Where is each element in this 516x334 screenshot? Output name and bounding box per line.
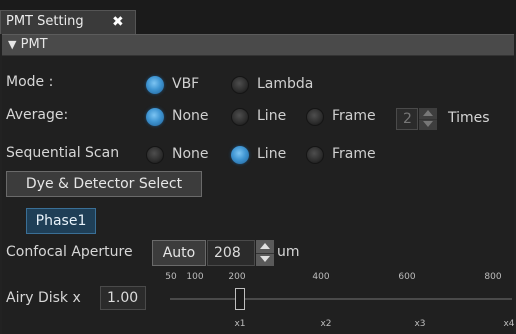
tick-label: 800 xyxy=(484,272,502,282)
stepper-up-button[interactable] xyxy=(256,240,274,254)
tick-label: x3 xyxy=(414,319,426,329)
mode-label: Mode : xyxy=(6,74,54,90)
radio-seq-frame-label[interactable]: Frame xyxy=(332,146,376,162)
confocal-aperture-label: Confocal Aperture xyxy=(6,244,133,260)
panel-title: PMT xyxy=(20,37,48,52)
sequential-scan-label: Sequential Scan xyxy=(6,145,120,161)
tab-title: PMT Setting xyxy=(6,14,84,29)
average-times-input[interactable]: 2 xyxy=(396,108,418,130)
tick-label: x1 xyxy=(234,319,246,329)
radio-seq-line-label[interactable]: Line xyxy=(257,146,286,162)
phase1-button[interactable]: Phase1 xyxy=(26,208,96,234)
tab-pmt-setting[interactable]: PMT Setting ✖ xyxy=(0,10,136,34)
close-icon[interactable]: ✖ xyxy=(112,11,124,33)
pmt-panel-header[interactable]: ▼ PMT xyxy=(2,34,514,56)
tick-label: 600 xyxy=(398,272,416,282)
tick-label: 400 xyxy=(312,272,330,282)
radio-average-line-label[interactable]: Line xyxy=(257,108,286,124)
stepper-down-button[interactable] xyxy=(419,119,437,130)
radio-seq-none[interactable] xyxy=(146,146,164,164)
radio-average-line[interactable] xyxy=(231,108,249,126)
aperture-slider-thumb[interactable] xyxy=(235,288,245,310)
radio-mode-vbf[interactable] xyxy=(146,76,164,94)
arrow-down-icon xyxy=(260,256,270,262)
tab-bar: PMT Setting ✖ xyxy=(0,0,516,34)
times-label: Times xyxy=(448,110,490,126)
arrow-down-icon xyxy=(423,121,433,127)
aperture-auto-button[interactable]: Auto xyxy=(152,240,206,266)
radio-seq-line[interactable] xyxy=(231,146,249,164)
radio-average-none[interactable] xyxy=(146,108,164,126)
radio-average-frame[interactable] xyxy=(306,108,324,126)
average-times-stepper[interactable] xyxy=(419,108,437,130)
airy-disk-input[interactable]: 1.00 xyxy=(100,286,146,310)
radio-mode-lambda-label[interactable]: Lambda xyxy=(257,76,313,92)
arrow-up-icon xyxy=(423,110,433,116)
radio-mode-lambda[interactable] xyxy=(231,76,249,94)
aperture-slider-track[interactable] xyxy=(170,298,512,300)
tick-label: 200 xyxy=(228,272,246,282)
aperture-unit-label: um xyxy=(277,244,300,260)
collapse-arrow-icon: ▼ xyxy=(8,38,17,51)
tick-label: x4 xyxy=(503,319,515,329)
radio-seq-none-label[interactable]: None xyxy=(172,146,209,162)
arrow-up-icon xyxy=(260,243,270,249)
aperture-stepper[interactable] xyxy=(256,240,274,266)
stepper-down-button[interactable] xyxy=(256,253,274,266)
radio-mode-vbf-label[interactable]: VBF xyxy=(172,76,199,92)
aperture-value-input[interactable]: 208 xyxy=(207,240,255,266)
tick-label: 100 xyxy=(186,272,204,282)
radio-average-none-label[interactable]: None xyxy=(172,108,209,124)
airy-disk-label: Airy Disk x xyxy=(6,290,81,306)
radio-seq-frame[interactable] xyxy=(306,146,324,164)
dye-detector-select-button[interactable]: Dye & Detector Select xyxy=(6,171,202,197)
average-label: Average: xyxy=(6,107,69,123)
tick-label: 50 xyxy=(165,272,177,282)
radio-average-frame-label[interactable]: Frame xyxy=(332,108,376,124)
tick-label: x2 xyxy=(320,319,332,329)
